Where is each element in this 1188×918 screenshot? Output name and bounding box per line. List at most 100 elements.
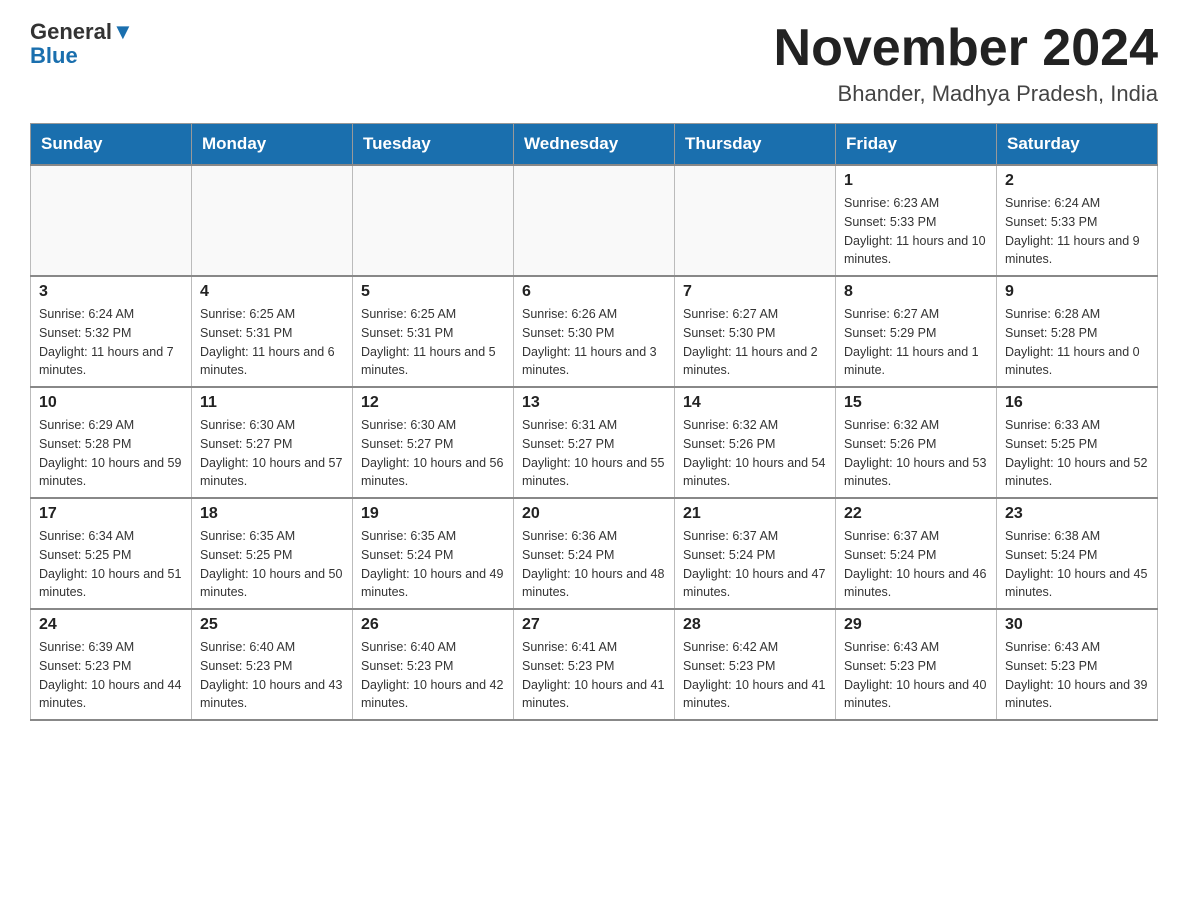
calendar-cell-w1-d2 <box>192 165 353 276</box>
day-info: Sunrise: 6:37 AMSunset: 5:24 PMDaylight:… <box>844 527 988 602</box>
day-number: 8 <box>844 283 988 301</box>
day-info: Sunrise: 6:37 AMSunset: 5:24 PMDaylight:… <box>683 527 827 602</box>
calendar-cell-w3-d3: 12 Sunrise: 6:30 AMSunset: 5:27 PMDayligh… <box>353 387 514 498</box>
calendar-cell-w3-d5: 14 Sunrise: 6:32 AMSunset: 5:26 PMDayligh… <box>675 387 836 498</box>
calendar-cell-w3-d1: 10Sunrise: 6:29 AMSunset: 5:28 PMDayligh… <box>31 387 192 498</box>
day-number: 19 <box>361 505 505 523</box>
header-wednesday: Wednesday <box>514 124 675 166</box>
calendar-cell-w4-d2: 18Sunrise: 6:35 AMSunset: 5:25 PMDayligh… <box>192 498 353 609</box>
calendar-cell-w4-d7: 23 Sunrise: 6:38 AMSunset: 5:24 PMDayligh… <box>997 498 1158 609</box>
day-number: 4 <box>200 283 344 301</box>
calendar-week-2: 3 Sunrise: 6:24 AMSunset: 5:32 PMDaylight… <box>31 276 1158 387</box>
day-info: Sunrise: 6:25 AMSunset: 5:31 PMDaylight:… <box>200 305 344 380</box>
logo-triangle-icon: ▼ <box>112 19 134 44</box>
day-info: Sunrise: 6:42 AMSunset: 5:23 PMDaylight:… <box>683 638 827 713</box>
day-info: Sunrise: 6:34 AMSunset: 5:25 PMDaylight:… <box>39 527 183 602</box>
title-area: November 2024 Bhander, Madhya Pradesh, I… <box>774 20 1158 107</box>
calendar-week-5: 24Sunrise: 6:39 AMSunset: 5:23 PMDayligh… <box>31 609 1158 720</box>
day-number: 12 <box>361 394 505 412</box>
header-saturday: Saturday <box>997 124 1158 166</box>
calendar-cell-w4-d4: 20Sunrise: 6:36 AMSunset: 5:24 PMDayligh… <box>514 498 675 609</box>
calendar-cell-w1-d7: 2 Sunrise: 6:24 AMSunset: 5:33 PMDaylight… <box>997 165 1158 276</box>
day-number: 9 <box>1005 283 1149 301</box>
day-number: 6 <box>522 283 666 301</box>
day-info: Sunrise: 6:32 AMSunset: 5:26 PMDaylight:… <box>683 416 827 491</box>
calendar-cell-w4-d3: 19 Sunrise: 6:35 AMSunset: 5:24 PMDayligh… <box>353 498 514 609</box>
calendar-cell-w1-d3 <box>353 165 514 276</box>
day-number: 14 <box>683 394 827 412</box>
calendar-cell-w2-d3: 5 Sunrise: 6:25 AMSunset: 5:31 PMDaylight… <box>353 276 514 387</box>
day-number: 7 <box>683 283 827 301</box>
page-header: General▼Blue November 2024 Bhander, Madh… <box>30 20 1158 107</box>
header-tuesday: Tuesday <box>353 124 514 166</box>
header-monday: Monday <box>192 124 353 166</box>
day-number: 22 <box>844 505 988 523</box>
day-number: 27 <box>522 616 666 634</box>
day-number: 25 <box>200 616 344 634</box>
calendar-cell-w5-d4: 27 Sunrise: 6:41 AMSunset: 5:23 PMDayligh… <box>514 609 675 720</box>
calendar-cell-w2-d4: 6 Sunrise: 6:26 AMSunset: 5:30 PMDaylight… <box>514 276 675 387</box>
day-number: 16 <box>1005 394 1149 412</box>
logo-text: General▼Blue <box>30 20 134 68</box>
calendar-cell-w1-d6: 1 Sunrise: 6:23 AMSunset: 5:33 PMDaylight… <box>836 165 997 276</box>
day-info: Sunrise: 6:24 AMSunset: 5:33 PMDaylight:… <box>1005 194 1149 269</box>
day-info: Sunrise: 6:38 AMSunset: 5:24 PMDaylight:… <box>1005 527 1149 602</box>
calendar-cell-w5-d1: 24Sunrise: 6:39 AMSunset: 5:23 PMDayligh… <box>31 609 192 720</box>
day-number: 13 <box>522 394 666 412</box>
day-number: 21 <box>683 505 827 523</box>
day-number: 29 <box>844 616 988 634</box>
day-number: 3 <box>39 283 183 301</box>
calendar-cell-w3-d4: 13 Sunrise: 6:31 AMSunset: 5:27 PMDayligh… <box>514 387 675 498</box>
day-number: 23 <box>1005 505 1149 523</box>
day-info: Sunrise: 6:32 AMSunset: 5:26 PMDaylight:… <box>844 416 988 491</box>
day-info: Sunrise: 6:30 AMSunset: 5:27 PMDaylight:… <box>361 416 505 491</box>
day-number: 5 <box>361 283 505 301</box>
day-info: Sunrise: 6:35 AMSunset: 5:25 PMDaylight:… <box>200 527 344 602</box>
day-number: 26 <box>361 616 505 634</box>
calendar-cell-w2-d1: 3 Sunrise: 6:24 AMSunset: 5:32 PMDaylight… <box>31 276 192 387</box>
day-info: Sunrise: 6:43 AMSunset: 5:23 PMDaylight:… <box>1005 638 1149 713</box>
day-info: Sunrise: 6:27 AMSunset: 5:30 PMDaylight:… <box>683 305 827 380</box>
day-number: 15 <box>844 394 988 412</box>
day-number: 11 <box>200 394 344 412</box>
header-thursday: Thursday <box>675 124 836 166</box>
logo: General▼Blue <box>30 20 134 68</box>
day-number: 1 <box>844 172 988 190</box>
day-info: Sunrise: 6:33 AMSunset: 5:25 PMDaylight:… <box>1005 416 1149 491</box>
calendar-cell-w2-d7: 9 Sunrise: 6:28 AMSunset: 5:28 PMDaylight… <box>997 276 1158 387</box>
day-info: Sunrise: 6:40 AMSunset: 5:23 PMDaylight:… <box>361 638 505 713</box>
day-info: Sunrise: 6:41 AMSunset: 5:23 PMDaylight:… <box>522 638 666 713</box>
day-info: Sunrise: 6:30 AMSunset: 5:27 PMDaylight:… <box>200 416 344 491</box>
calendar-cell-w2-d2: 4 Sunrise: 6:25 AMSunset: 5:31 PMDaylight… <box>192 276 353 387</box>
calendar-week-1: 1 Sunrise: 6:23 AMSunset: 5:33 PMDaylight… <box>31 165 1158 276</box>
calendar-cell-w2-d6: 8Sunrise: 6:27 AMSunset: 5:29 PMDaylight… <box>836 276 997 387</box>
day-info: Sunrise: 6:31 AMSunset: 5:27 PMDaylight:… <box>522 416 666 491</box>
day-info: Sunrise: 6:24 AMSunset: 5:32 PMDaylight:… <box>39 305 183 380</box>
calendar-cell-w5-d5: 28 Sunrise: 6:42 AMSunset: 5:23 PMDayligh… <box>675 609 836 720</box>
day-info: Sunrise: 6:36 AMSunset: 5:24 PMDaylight:… <box>522 527 666 602</box>
day-number: 2 <box>1005 172 1149 190</box>
day-number: 17 <box>39 505 183 523</box>
day-number: 28 <box>683 616 827 634</box>
calendar-cell-w3-d7: 16 Sunrise: 6:33 AMSunset: 5:25 PMDayligh… <box>997 387 1158 498</box>
calendar-cell-w4-d1: 17 Sunrise: 6:34 AMSunset: 5:25 PMDayligh… <box>31 498 192 609</box>
calendar-header-row: Sunday Monday Tuesday Wednesday Thursday… <box>31 124 1158 166</box>
day-info: Sunrise: 6:28 AMSunset: 5:28 PMDaylight:… <box>1005 305 1149 380</box>
day-info: Sunrise: 6:43 AMSunset: 5:23 PMDaylight:… <box>844 638 988 713</box>
calendar-cell-w5-d2: 25Sunrise: 6:40 AMSunset: 5:23 PMDayligh… <box>192 609 353 720</box>
calendar-week-3: 10Sunrise: 6:29 AMSunset: 5:28 PMDayligh… <box>31 387 1158 498</box>
calendar-week-4: 17 Sunrise: 6:34 AMSunset: 5:25 PMDayligh… <box>31 498 1158 609</box>
day-number: 24 <box>39 616 183 634</box>
header-friday: Friday <box>836 124 997 166</box>
day-info: Sunrise: 6:23 AMSunset: 5:33 PMDaylight:… <box>844 194 988 269</box>
calendar-cell-w1-d5 <box>675 165 836 276</box>
calendar-cell-w3-d2: 11 Sunrise: 6:30 AMSunset: 5:27 PMDayligh… <box>192 387 353 498</box>
calendar-cell-w1-d4 <box>514 165 675 276</box>
calendar-cell-w3-d6: 15 Sunrise: 6:32 AMSunset: 5:26 PMDayligh… <box>836 387 997 498</box>
day-number: 10 <box>39 394 183 412</box>
day-info: Sunrise: 6:26 AMSunset: 5:30 PMDaylight:… <box>522 305 666 380</box>
day-info: Sunrise: 6:25 AMSunset: 5:31 PMDaylight:… <box>361 305 505 380</box>
day-info: Sunrise: 6:35 AMSunset: 5:24 PMDaylight:… <box>361 527 505 602</box>
calendar-cell-w5-d3: 26 Sunrise: 6:40 AMSunset: 5:23 PMDayligh… <box>353 609 514 720</box>
calendar-cell-w4-d5: 21 Sunrise: 6:37 AMSunset: 5:24 PMDayligh… <box>675 498 836 609</box>
